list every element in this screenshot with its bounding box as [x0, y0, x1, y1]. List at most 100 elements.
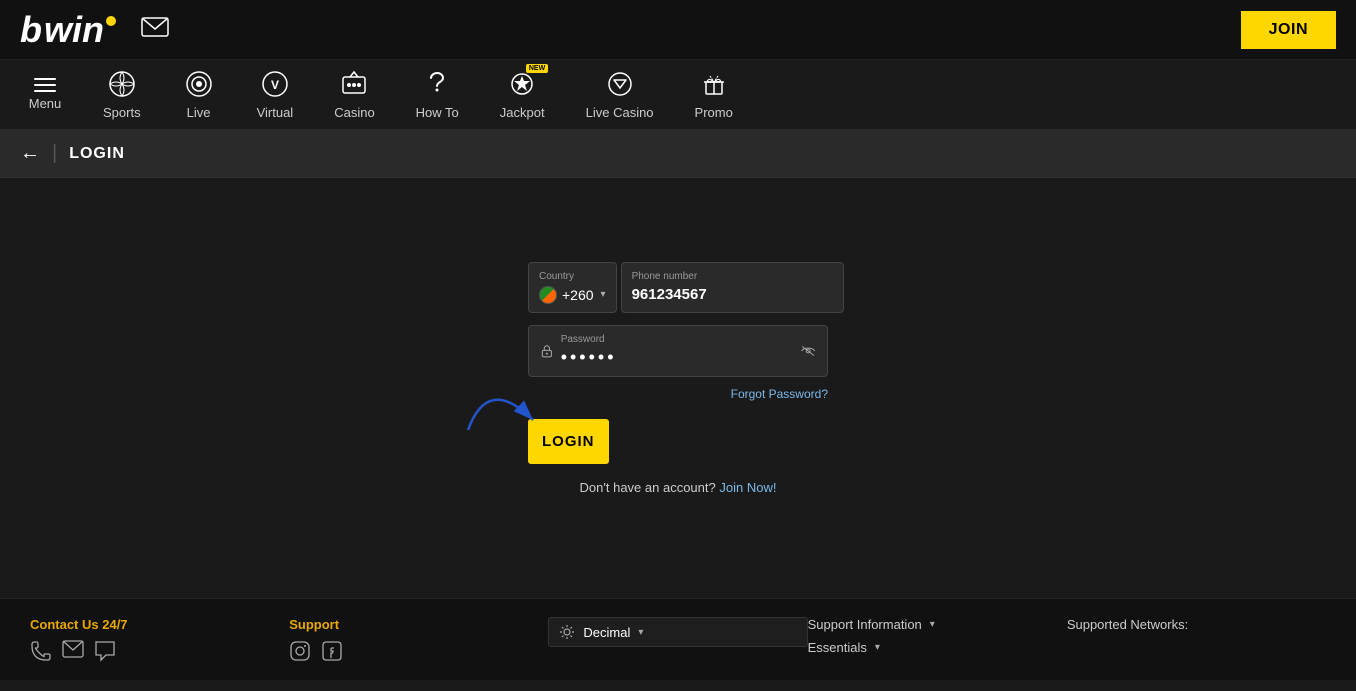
jackpot-icon — [508, 70, 536, 98]
casino-icon-wrap — [340, 70, 368, 101]
login-form: Country +260 ▾ Phone number Password — [528, 262, 828, 495]
password-input-wrap: Password — [561, 334, 793, 368]
footer-contact-col: Contact Us 24/7 — [30, 617, 289, 662]
jackpot-icon-wrap: NEW — [508, 70, 536, 101]
page-header: ← | LOGIN — [0, 130, 1356, 178]
envelope-icon[interactable] — [141, 17, 169, 42]
main-content: Country +260 ▾ Phone number Password — [0, 178, 1356, 598]
lock-icon — [541, 341, 553, 361]
nav-item-jackpot[interactable]: NEW Jackpot — [482, 62, 563, 128]
chat-icon[interactable] — [94, 640, 116, 662]
flag-icon — [539, 286, 557, 304]
nav-label-sports: Sports — [103, 105, 141, 120]
support-info-item[interactable]: Support Information ▾ — [808, 617, 1067, 632]
decimal-dropdown[interactable]: Decimal ▾ — [548, 617, 807, 647]
password-input[interactable] — [561, 347, 793, 368]
nav-label-live-casino: Live Casino — [586, 105, 654, 120]
virtual-icon-wrap: V — [261, 70, 289, 101]
top-nav-left: b win — [20, 9, 169, 51]
live-icon-wrap — [185, 70, 213, 101]
password-field: Password — [528, 325, 828, 377]
support-info-chevron-icon: ▾ — [930, 619, 935, 630]
footer-networks-col: Supported Networks: — [1067, 617, 1326, 632]
essentials-item[interactable]: Essentials ▾ — [808, 640, 1067, 655]
logo[interactable]: b win — [20, 9, 116, 51]
essentials-chevron-icon: ▾ — [875, 642, 880, 653]
footer-support-col: Support — [289, 617, 548, 662]
promo-icon-wrap — [700, 70, 728, 101]
live-icon — [185, 70, 213, 98]
phone-field: Phone number — [621, 262, 844, 313]
signup-text-label: Don't have an account? — [580, 480, 716, 495]
footer-decimal-col: Decimal ▾ — [548, 617, 807, 647]
footer-support-list: Support Information ▾ Essentials ▾ — [808, 617, 1067, 655]
footer-support-info-col: Support Information ▾ Essentials ▾ — [808, 617, 1067, 655]
logo-text: b — [20, 9, 42, 51]
country-label: Country — [539, 271, 606, 282]
footer: Contact Us 24/7 Support — [0, 598, 1356, 680]
password-label: Password — [561, 334, 793, 345]
footer-contact-icons — [30, 640, 289, 662]
nav-label-howto: How To — [416, 105, 459, 120]
nav-item-menu[interactable]: Menu — [10, 70, 80, 119]
decimal-label: Decimal — [583, 625, 630, 640]
nav-label-live: Live — [187, 105, 211, 120]
nav-label-promo: Promo — [695, 105, 733, 120]
signup-prompt: Don't have an account? Join Now! — [528, 480, 828, 495]
country-selector[interactable]: Country +260 ▾ — [528, 262, 617, 313]
nav-item-casino[interactable]: Casino — [316, 62, 392, 128]
nav-label-menu: Menu — [29, 96, 62, 111]
nav-item-promo[interactable]: Promo — [677, 62, 751, 128]
nav-label-casino: Casino — [334, 105, 374, 120]
networks-label: Supported Networks: — [1067, 617, 1326, 632]
footer-support-title: Support — [289, 617, 548, 632]
nav-item-sports[interactable]: Sports — [85, 62, 159, 128]
top-nav: b win JOIN — [0, 0, 1356, 60]
promo-icon — [700, 70, 728, 98]
phone-row: Country +260 ▾ Phone number — [528, 262, 828, 313]
eye-hidden-icon[interactable] — [801, 342, 815, 360]
settings-icon — [559, 624, 575, 640]
sports-icon-wrap — [108, 70, 136, 101]
svg-text:V: V — [271, 78, 279, 92]
essentials-label: Essentials — [808, 640, 867, 655]
join-button[interactable]: JOIN — [1241, 11, 1336, 49]
instagram-icon[interactable] — [289, 640, 311, 662]
forgot-password-anchor[interactable]: Forgot Password? — [731, 387, 828, 401]
jackpot-badge: NEW — [526, 64, 548, 73]
country-value: +260 ▾ — [539, 286, 606, 304]
nav-item-howto[interactable]: How To — [398, 62, 477, 128]
nav-item-live[interactable]: Live — [164, 62, 234, 128]
live-casino-icon-wrap — [606, 70, 634, 101]
nav-label-virtual: Virtual — [257, 105, 294, 120]
country-code: +260 — [562, 287, 594, 303]
nav-item-live-casino[interactable]: Live Casino — [568, 62, 672, 128]
login-button[interactable]: LOGIN — [528, 419, 609, 464]
email-icon[interactable] — [62, 640, 84, 658]
nav-item-virtual[interactable]: V Virtual — [239, 62, 312, 128]
live-casino-icon — [606, 70, 634, 98]
phone-input[interactable] — [632, 286, 833, 303]
join-now-link[interactable]: Join Now! — [719, 480, 776, 495]
howto-icon-wrap — [423, 70, 451, 101]
country-chevron-icon: ▾ — [601, 289, 606, 300]
back-button[interactable]: ← — [20, 142, 40, 165]
login-button-wrap: LOGIN — [528, 415, 828, 464]
forgot-password-link[interactable]: Forgot Password? — [528, 385, 828, 403]
decimal-chevron-icon: ▾ — [638, 627, 643, 638]
nav-label-jackpot: Jackpot — [500, 105, 545, 120]
phone-icon[interactable] — [30, 640, 52, 662]
hamburger-icon — [34, 78, 56, 92]
phone-label: Phone number — [632, 271, 833, 282]
casino-icon — [340, 70, 368, 98]
support-info-label: Support Information — [808, 617, 922, 632]
virtual-icon: V — [261, 70, 289, 98]
logo-dot — [106, 16, 116, 26]
header-divider: | — [52, 142, 57, 165]
footer-contact-title: Contact Us 24/7 — [30, 617, 289, 632]
page-title: LOGIN — [69, 145, 125, 163]
facebook-icon[interactable] — [321, 640, 343, 662]
howto-icon — [423, 70, 451, 98]
footer-social-icons — [289, 640, 548, 662]
main-nav: Menu Sports Live — [0, 60, 1356, 130]
